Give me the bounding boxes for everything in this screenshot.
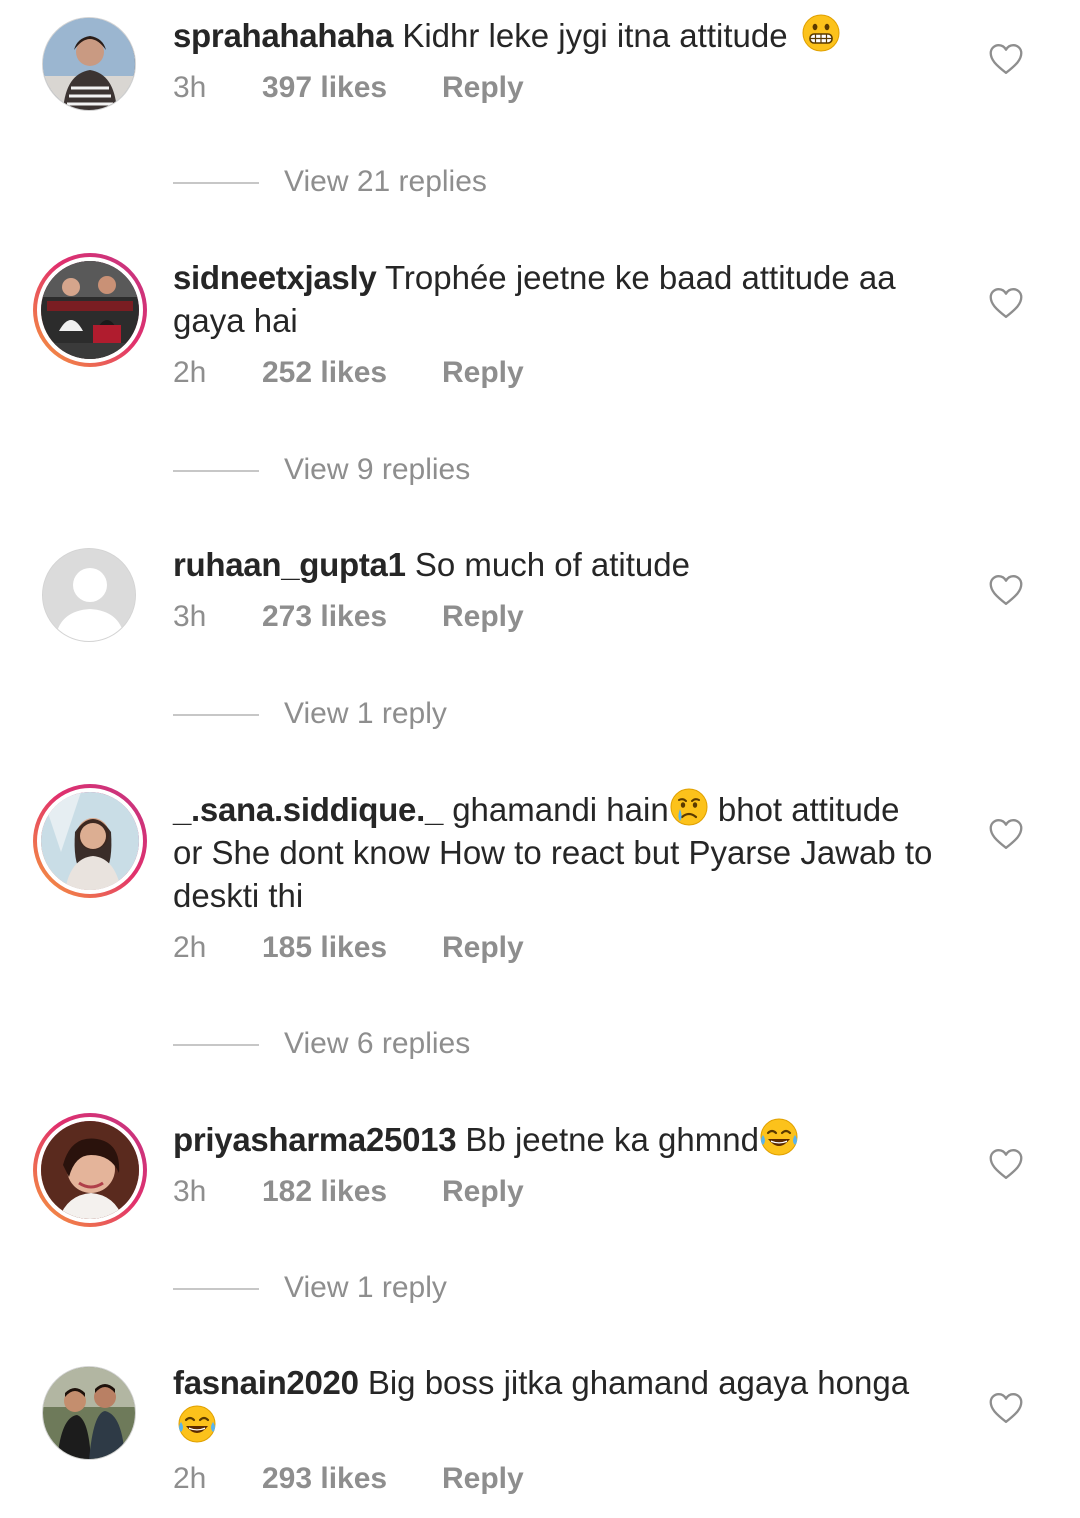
- comment-username[interactable]: priyasharma25013: [173, 1121, 457, 1158]
- avatar[interactable]: [33, 253, 147, 367]
- reply-button[interactable]: Reply: [442, 1462, 524, 1496]
- grimacing-emoji-icon: [802, 14, 840, 52]
- comment-meta: 3h 397 likes Reply: [173, 71, 933, 111]
- comment-timestamp: 3h: [173, 600, 207, 633]
- comment-username[interactable]: ruhaan_gupta1: [173, 546, 406, 583]
- comment-message: Bb jeetne ka ghmnd: [465, 1121, 759, 1158]
- comment-text: sprahahahaha Kidhr leke jygi itna attitu…: [173, 13, 933, 57]
- view-replies-button[interactable]: View 21 replies: [173, 162, 673, 202]
- avatar[interactable]: [42, 17, 136, 111]
- comment-timestamp: 3h: [173, 1175, 207, 1208]
- view-replies-button[interactable]: View 6 replies: [173, 1024, 673, 1064]
- comment-timestamp: 2h: [173, 1462, 207, 1495]
- comment-username[interactable]: sidneetxjasly: [173, 259, 377, 296]
- comment-meta: 2h 252 likes Reply: [173, 356, 933, 396]
- comment-message: So much of atitude: [414, 546, 690, 583]
- comment-username[interactable]: _.sana.siddique._: [173, 791, 443, 828]
- comment-text: fasnain2020 Big boss jitka ghamand agaya…: [173, 1361, 933, 1448]
- heart-icon[interactable]: [988, 574, 1024, 606]
- reply-button[interactable]: Reply: [442, 356, 524, 390]
- comment-body: fasnain2020 Big boss jitka ghamand agaya…: [173, 1361, 933, 1502]
- comment-message-start: ghamandi hain: [452, 791, 669, 828]
- avatar[interactable]: [33, 1113, 147, 1227]
- divider-line: [173, 1288, 259, 1290]
- avatar[interactable]: [33, 784, 147, 898]
- avatar-photo: [37, 1117, 143, 1223]
- crying-emoji-icon: [670, 788, 708, 826]
- comment-message: Kidhr leke jygi itna attitude: [402, 17, 788, 54]
- reply-button[interactable]: Reply: [442, 600, 524, 634]
- comment-username[interactable]: fasnain2020: [173, 1364, 359, 1401]
- view-replies-label: View 1 reply: [284, 1271, 447, 1304]
- reply-button[interactable]: Reply: [442, 931, 524, 965]
- comment-meta: 3h 182 likes Reply: [173, 1175, 933, 1215]
- reply-button[interactable]: Reply: [442, 1175, 524, 1209]
- divider-line: [173, 714, 259, 716]
- comment-message: Big boss jitka ghamand agaya honga: [367, 1364, 910, 1401]
- comment-text: ruhaan_gupta1 So much of atitude: [173, 543, 933, 586]
- avatar[interactable]: [42, 548, 136, 642]
- heart-icon[interactable]: [988, 818, 1024, 850]
- avatar-photo: [43, 1367, 135, 1459]
- divider-line: [173, 1044, 259, 1046]
- comment-timestamp: 3h: [173, 71, 207, 104]
- reply-button[interactable]: Reply: [442, 71, 524, 105]
- comment-text: sidneetxjasly Trophée jeetne ke baad att…: [173, 256, 933, 342]
- heart-icon[interactable]: [988, 1392, 1024, 1424]
- comment-username[interactable]: sprahahahaha: [173, 17, 393, 54]
- heart-icon[interactable]: [988, 287, 1024, 319]
- avatar[interactable]: [42, 1366, 136, 1460]
- view-replies-label: View 9 replies: [284, 453, 471, 486]
- comment-likes[interactable]: 182 likes: [262, 1175, 387, 1209]
- avatar-photo: [37, 257, 143, 363]
- comment-body: sidneetxjasly Trophée jeetne ke baad att…: [173, 256, 933, 396]
- tears-of-joy-emoji-icon: [177, 1404, 217, 1444]
- comment-text: priyasharma25013 Bb jeetne ka ghmnd: [173, 1117, 933, 1161]
- comment-timestamp: 2h: [173, 356, 207, 389]
- comment-likes[interactable]: 397 likes: [262, 71, 387, 105]
- view-replies-button[interactable]: View 9 replies: [173, 450, 673, 490]
- comment-timestamp: 2h: [173, 931, 207, 964]
- view-replies-label: View 6 replies: [284, 1027, 471, 1060]
- divider-line: [173, 470, 259, 472]
- comment-meta: 2h 185 likes Reply: [173, 931, 933, 971]
- comment-body: ruhaan_gupta1 So much of atitude 3h 273 …: [173, 543, 933, 640]
- comment-body: sprahahahaha Kidhr leke jygi itna attitu…: [173, 13, 933, 111]
- comment-body: priyasharma25013 Bb jeetne ka ghmnd 3h 1…: [173, 1117, 933, 1215]
- comment-likes[interactable]: 273 likes: [262, 600, 387, 634]
- tears-of-joy-emoji-icon: [759, 1117, 799, 1157]
- comment-text: _.sana.siddique._ ghamandi hain bhot att…: [173, 787, 933, 917]
- avatar-photo: [37, 788, 143, 894]
- view-replies-button[interactable]: View 1 reply: [173, 1268, 673, 1308]
- divider-line: [173, 182, 259, 184]
- comment-likes[interactable]: 252 likes: [262, 356, 387, 390]
- heart-icon[interactable]: [988, 1148, 1024, 1180]
- comment-meta: 3h 273 likes Reply: [173, 600, 933, 640]
- default-avatar-icon: [43, 549, 135, 641]
- comment-body: _.sana.siddique._ ghamandi hain bhot att…: [173, 787, 933, 971]
- comment-likes[interactable]: 185 likes: [262, 931, 387, 965]
- heart-icon[interactable]: [988, 43, 1024, 75]
- view-replies-label: View 21 replies: [284, 165, 487, 198]
- avatar-photo: [43, 18, 135, 110]
- view-replies-label: View 1 reply: [284, 697, 447, 730]
- comment-meta: 2h 293 likes Reply: [173, 1462, 933, 1502]
- comment-likes[interactable]: 293 likes: [262, 1462, 387, 1496]
- view-replies-button[interactable]: View 1 reply: [173, 694, 673, 734]
